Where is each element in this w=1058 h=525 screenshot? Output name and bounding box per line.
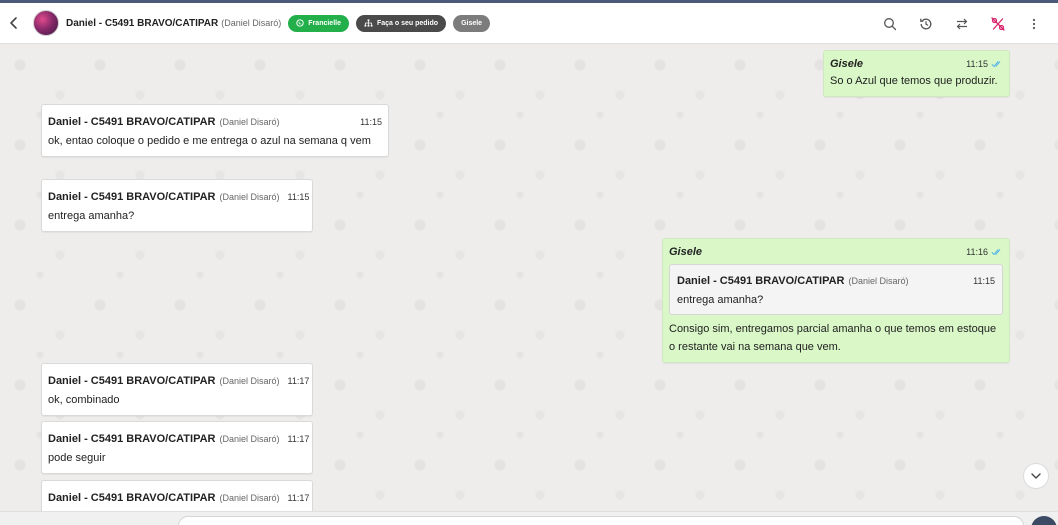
contact-title[interactable]: Daniel - C5491 BRAVO/CATIPAR (Daniel Disa…	[66, 18, 281, 29]
more-vertical-icon	[1032, 18, 1036, 29]
scroll-to-bottom-button[interactable]	[1023, 463, 1049, 489]
message-time: 11:17	[287, 376, 310, 386]
contact-subtitle: (Daniel Disaró)	[221, 17, 282, 28]
search-button[interactable]	[872, 6, 908, 42]
message-sender: Gisele	[669, 246, 703, 258]
time-text: 11:15	[966, 59, 988, 69]
message-time: 11:17	[287, 493, 310, 503]
search-icon	[884, 17, 897, 30]
tag-gisele[interactable]: Gisele	[453, 14, 491, 32]
chevron-left-icon	[10, 17, 17, 29]
quoted-time: 11:15	[973, 276, 995, 286]
quoted-text: entrega amanha?	[677, 294, 764, 306]
double-check-icon	[991, 61, 1001, 68]
transfer-button[interactable]	[944, 6, 980, 42]
history-icon	[920, 18, 932, 29]
message-sender: Gisele	[830, 58, 864, 70]
whatsapp-icon	[296, 19, 304, 27]
message-outgoing[interactable]: Gisele 11:15 So o Azul que temos que pro…	[823, 50, 1010, 97]
message-text: entrega amanha?	[48, 210, 135, 222]
quoted-sender-sub: (Daniel Disaró)	[848, 276, 909, 286]
message-text: So o Azul que temos que produzir.	[830, 75, 998, 87]
message-time: 11:15	[966, 59, 1003, 69]
message-sender-sub: (Daniel Disaró)	[219, 117, 280, 127]
message-list[interactable]: Gisele 11:15 So o Azul que temos que pro…	[0, 45, 1058, 511]
tag-faca-o-seu-pedido[interactable]: Faça o seu pedido	[355, 14, 447, 32]
message-time: 11:17	[287, 434, 310, 444]
message-text: Consigo sim, entregamos parcial amanha o…	[669, 323, 997, 353]
remove-label-button[interactable]	[980, 6, 1016, 42]
message-time: 11:15	[360, 117, 382, 127]
message-sender: Daniel - C5491 BRAVO/CATIPAR	[48, 492, 216, 504]
message-sender-sub: (Daniel Disaró)	[219, 434, 280, 444]
header-actions	[872, 3, 1052, 44]
percent-slash-icon	[991, 16, 1005, 31]
message-incoming[interactable]: Daniel - C5491 BRAVO/CATIPAR (Daniel Disa…	[41, 104, 389, 157]
avatar[interactable]	[33, 10, 59, 36]
message-text: pode seguir	[48, 452, 106, 464]
message-incoming[interactable]: Daniel - C5491 BRAVO/CATIPAR (Daniel Disa…	[41, 480, 313, 511]
quoted-message[interactable]: Daniel - C5491 BRAVO/CATIPAR (Daniel Disa…	[669, 264, 1003, 315]
message-sender-sub: (Daniel Disaró)	[219, 192, 280, 202]
message-sender: Daniel - C5491 BRAVO/CATIPAR	[48, 191, 216, 203]
message-incoming[interactable]: Daniel - C5491 BRAVO/CATIPAR (Daniel Disa…	[41, 179, 313, 232]
tag-francielle[interactable]: Francielle	[288, 14, 349, 32]
contact-name: Daniel - C5491 BRAVO/CATIPAR	[66, 17, 219, 29]
tag-label: Faça o seu pedido	[376, 19, 439, 27]
back-button[interactable]	[2, 11, 26, 35]
message-time: 11:15	[287, 192, 310, 202]
message-sender-sub: (Daniel Disaró)	[219, 493, 280, 503]
quoted-sender: Daniel - C5491 BRAVO/CATIPAR	[677, 275, 845, 287]
time-text: 11:16	[966, 247, 988, 257]
message-incoming[interactable]: Daniel - C5491 BRAVO/CATIPAR (Daniel Disa…	[41, 363, 313, 416]
chat-header: Daniel - C5491 BRAVO/CATIPAR (Daniel Disa…	[0, 3, 1058, 44]
message-sender: Daniel - C5491 BRAVO/CATIPAR	[48, 116, 216, 128]
tag-label: Gisele	[461, 19, 483, 27]
message-time: 11:16	[966, 247, 1003, 257]
message-text: ok, entao coloque o pedido e me entrega …	[48, 135, 371, 147]
transfer-arrows-icon	[956, 18, 968, 29]
message-sender-sub: (Daniel Disaró)	[219, 376, 280, 386]
more-options-button[interactable]	[1016, 6, 1052, 42]
message-outgoing-reply[interactable]: Gisele 11:16 Daniel - C5491 BRAVO/CATIPA…	[662, 238, 1010, 363]
message-incoming[interactable]: Daniel - C5491 BRAVO/CATIPAR (Daniel Disa…	[41, 421, 313, 474]
sitemap-icon	[364, 19, 373, 27]
history-button[interactable]	[908, 6, 944, 42]
tag-label: Francielle	[308, 19, 341, 27]
message-input[interactable]	[178, 516, 1024, 525]
chevron-down-icon	[1031, 473, 1041, 479]
message-sender: Daniel - C5491 BRAVO/CATIPAR	[48, 375, 216, 387]
double-check-icon	[991, 249, 1001, 256]
message-text: ok, combinado	[48, 394, 120, 406]
message-sender: Daniel - C5491 BRAVO/CATIPAR	[48, 433, 216, 445]
